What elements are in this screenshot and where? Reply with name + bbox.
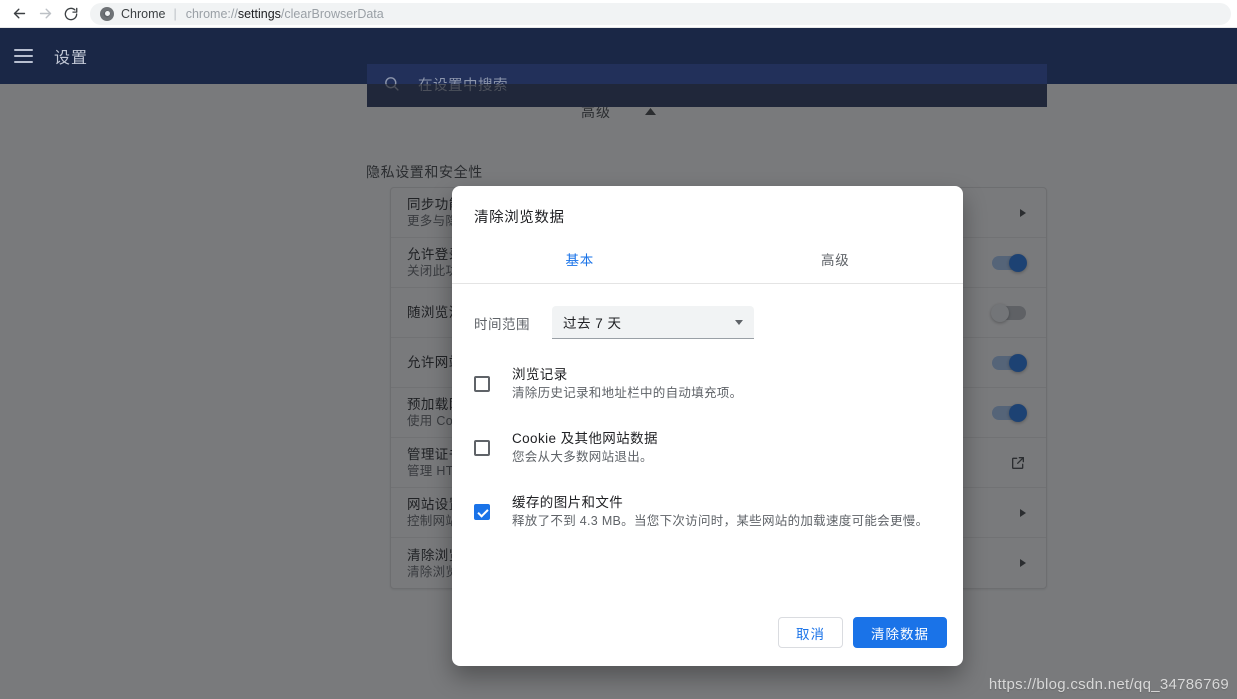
clear-data-button[interactable]: 清除数据 (853, 617, 947, 648)
option-browsing-history[interactable]: 浏览记录 清除历史记录和地址栏中的自动填充项。 (474, 365, 941, 403)
checkbox-browsing-history[interactable] (474, 376, 490, 392)
hamburger-menu-icon[interactable] (14, 44, 38, 68)
address-bar[interactable]: Chrome | chrome://settings/clearBrowserD… (90, 2, 1231, 25)
cancel-button[interactable]: 取消 (778, 617, 843, 648)
option-subtitle: 释放了不到 4.3 MB。当您下次访问时，某些网站的加载速度可能会更慢。 (512, 514, 929, 528)
omnibox-app-name: Chrome (121, 6, 166, 21)
arrow-left-icon (11, 5, 28, 22)
browser-toolbar: Chrome | chrome://settings/clearBrowserD… (0, 0, 1237, 28)
time-range-value: 过去 7 天 (563, 316, 622, 331)
tab-advanced[interactable]: 高级 (708, 241, 964, 283)
page-title: 设置 (54, 50, 89, 67)
time-range-row: 时间范围 过去 7 天 (474, 306, 941, 339)
reload-button[interactable] (58, 1, 84, 27)
option-subtitle: 您会从大多数网站退出。 (512, 450, 653, 464)
settings-header: 设置 (0, 28, 1237, 107)
dialog-tabs: 基本 高级 (452, 241, 963, 284)
chrome-logo-icon (100, 6, 114, 21)
chevron-down-icon (735, 319, 743, 325)
clear-browsing-data-dialog: 清除浏览数据 基本 高级 时间范围 过去 7 天 浏览记录 清除历史记录和地址栏… (452, 186, 963, 666)
forward-button[interactable] (32, 1, 58, 27)
omnibox-separator: | (173, 6, 177, 21)
url-scheme: chrome:// (185, 6, 238, 21)
watermark: https://blog.csdn.net/qq_34786769 (988, 676, 1229, 693)
option-cached-images[interactable]: 缓存的图片和文件 释放了不到 4.3 MB。当您下次访问时，某些网站的加载速度可… (474, 493, 941, 531)
dialog-title: 清除浏览数据 (474, 210, 565, 226)
dialog-body: 时间范围 过去 7 天 浏览记录 清除历史记录和地址栏中的自动填充项。 Cook… (452, 284, 963, 617)
url-path: /clearBrowserData (280, 6, 384, 21)
arrow-right-icon (37, 5, 54, 22)
checkbox-cached-images[interactable] (474, 504, 490, 520)
url-host: settings (237, 6, 281, 21)
tab-basic[interactable]: 基本 (452, 241, 708, 283)
option-title: Cookie 及其他网站数据 (512, 431, 658, 446)
dialog-actions: 取消 清除数据 (452, 617, 963, 666)
time-range-label: 时间范围 (474, 316, 530, 332)
option-subtitle: 清除历史记录和地址栏中的自动填充项。 (512, 386, 743, 400)
omnibox-url: chrome://settings/clearBrowserData (186, 7, 384, 21)
time-range-select[interactable]: 过去 7 天 (552, 306, 754, 339)
option-cookies[interactable]: Cookie 及其他网站数据 您会从大多数网站退出。 (474, 429, 941, 467)
checkbox-cookies[interactable] (474, 440, 490, 456)
option-title: 缓存的图片和文件 (512, 495, 624, 510)
back-button[interactable] (6, 1, 32, 27)
option-title: 浏览记录 (512, 367, 568, 382)
reload-icon (63, 6, 79, 22)
